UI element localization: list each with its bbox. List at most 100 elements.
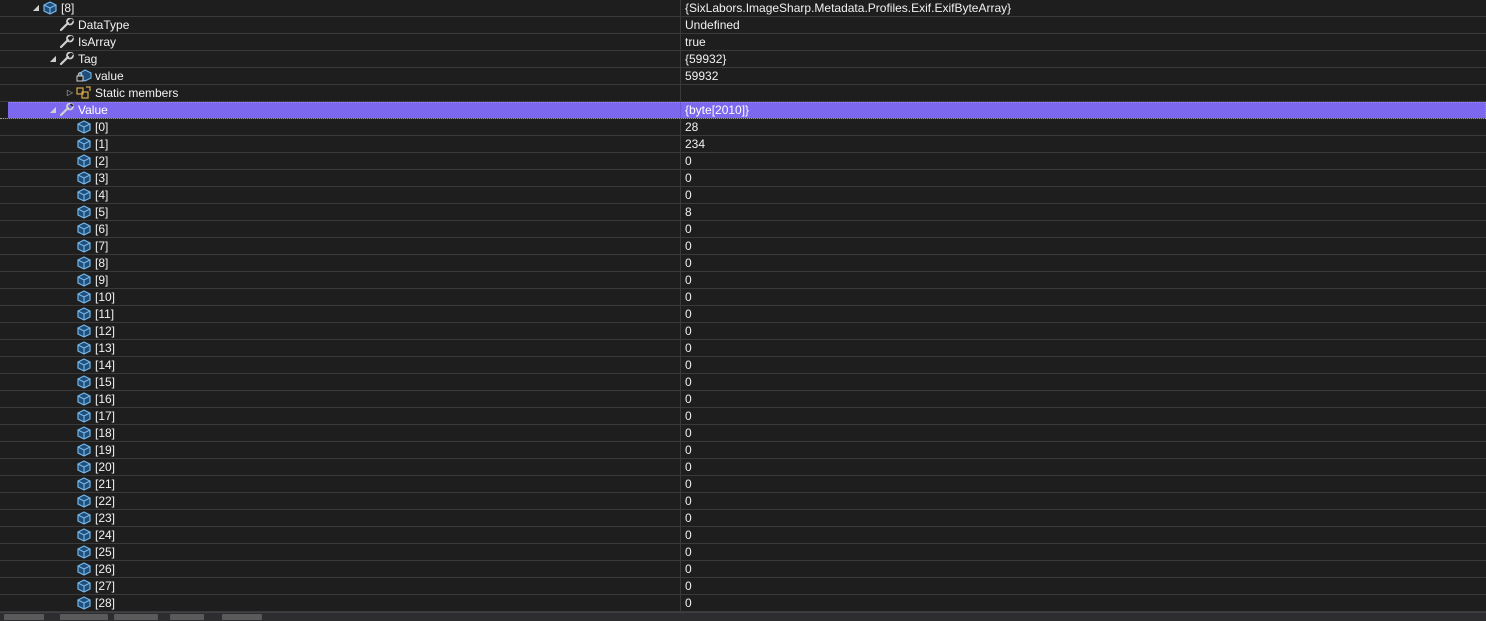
- watch-row[interactable]: [4] 0: [0, 187, 1486, 204]
- column-divider[interactable]: [680, 51, 681, 67]
- column-divider[interactable]: [680, 595, 681, 611]
- collapse-arrow-icon[interactable]: ◢: [30, 0, 42, 16]
- column-divider[interactable]: [680, 476, 681, 492]
- watch-row[interactable]: [9] 0: [0, 272, 1486, 289]
- column-divider[interactable]: [680, 0, 681, 16]
- watch-row[interactable]: [26] 0: [0, 561, 1486, 578]
- variable-value[interactable]: 0: [685, 153, 692, 169]
- column-divider[interactable]: [680, 221, 681, 237]
- bottom-tab[interactable]: [222, 614, 262, 620]
- watch-row[interactable]: [6] 0: [0, 221, 1486, 238]
- watch-row[interactable]: [23] 0: [0, 510, 1486, 527]
- variable-value[interactable]: 28: [685, 119, 698, 135]
- watch-row[interactable]: [11] 0: [0, 306, 1486, 323]
- variable-value[interactable]: 0: [685, 408, 692, 424]
- watch-row[interactable]: [14] 0: [0, 357, 1486, 374]
- watch-row[interactable]: ◢ [8] {SixLabors.ImageSharp.Metadata.Profi…: [0, 0, 1486, 17]
- variable-value[interactable]: 0: [685, 544, 692, 560]
- bottom-tab[interactable]: [114, 614, 158, 620]
- column-divider[interactable]: [680, 289, 681, 305]
- bottom-tab[interactable]: [60, 614, 108, 620]
- watch-row[interactable]: ◢ Tag {59932}: [0, 51, 1486, 68]
- column-divider[interactable]: [680, 17, 681, 33]
- variable-value[interactable]: 0: [685, 170, 692, 186]
- variable-value[interactable]: true: [685, 34, 706, 50]
- column-divider[interactable]: [680, 510, 681, 526]
- watch-row[interactable]: [3] 0: [0, 170, 1486, 187]
- column-divider[interactable]: [680, 459, 681, 475]
- variable-value[interactable]: 0: [685, 289, 692, 305]
- column-divider[interactable]: [680, 170, 681, 186]
- column-divider[interactable]: [680, 442, 681, 458]
- variable-value[interactable]: 0: [685, 527, 692, 543]
- watch-row[interactable]: [16] 0: [0, 391, 1486, 408]
- watch-row[interactable]: [7] 0: [0, 238, 1486, 255]
- variable-value[interactable]: 0: [685, 510, 692, 526]
- column-divider[interactable]: [680, 204, 681, 220]
- variable-value[interactable]: 0: [685, 255, 692, 271]
- variable-value[interactable]: 0: [685, 459, 692, 475]
- variable-value[interactable]: 234: [685, 136, 705, 152]
- variable-value[interactable]: 0: [685, 425, 692, 441]
- variable-value[interactable]: 0: [685, 187, 692, 203]
- variable-value[interactable]: 0: [685, 272, 692, 288]
- watch-row[interactable]: [18] 0: [0, 425, 1486, 442]
- column-divider[interactable]: [680, 493, 681, 509]
- column-divider[interactable]: [680, 425, 681, 441]
- watch-row[interactable]: [5] 8: [0, 204, 1486, 221]
- watch-row[interactable]: [0] 28: [0, 119, 1486, 136]
- variable-value[interactable]: 0: [685, 306, 692, 322]
- variable-value[interactable]: 8: [685, 204, 692, 220]
- column-divider[interactable]: [680, 306, 681, 322]
- column-divider[interactable]: [680, 119, 681, 135]
- variable-value[interactable]: 0: [685, 238, 692, 254]
- column-divider[interactable]: [680, 340, 681, 356]
- variable-value[interactable]: 0: [685, 561, 692, 577]
- variable-value[interactable]: {byte[2010]}: [685, 102, 749, 118]
- column-divider[interactable]: [680, 561, 681, 577]
- collapse-arrow-icon[interactable]: ◢: [47, 102, 59, 118]
- column-divider[interactable]: [680, 68, 681, 84]
- watch-row[interactable]: [21] 0: [0, 476, 1486, 493]
- column-divider[interactable]: [680, 578, 681, 594]
- column-divider[interactable]: [680, 357, 681, 373]
- expand-arrow-icon[interactable]: ▷: [64, 85, 76, 101]
- variable-value[interactable]: 0: [685, 595, 692, 611]
- watch-row[interactable]: [8] 0: [0, 255, 1486, 272]
- watch-row[interactable]: [13] 0: [0, 340, 1486, 357]
- column-divider[interactable]: [680, 272, 681, 288]
- variable-value[interactable]: 0: [685, 391, 692, 407]
- column-divider[interactable]: [680, 238, 681, 254]
- watch-row[interactable]: [12] 0: [0, 323, 1486, 340]
- watch-row[interactable]: DataType Undefined: [0, 17, 1486, 34]
- variable-value[interactable]: {59932}: [685, 51, 726, 67]
- column-divider[interactable]: [680, 153, 681, 169]
- column-divider[interactable]: [680, 544, 681, 560]
- variable-value[interactable]: 0: [685, 323, 692, 339]
- watch-row[interactable]: [24] 0: [0, 527, 1486, 544]
- variable-value[interactable]: Undefined: [685, 17, 740, 33]
- variable-value[interactable]: 59932: [685, 68, 718, 84]
- column-divider[interactable]: [680, 323, 681, 339]
- bottom-tab[interactable]: [170, 614, 204, 620]
- column-divider[interactable]: [680, 391, 681, 407]
- watch-row[interactable]: ▷ Static members: [0, 85, 1486, 102]
- column-divider[interactable]: [680, 136, 681, 152]
- column-divider[interactable]: [680, 374, 681, 390]
- variable-value[interactable]: 0: [685, 578, 692, 594]
- variable-value[interactable]: 0: [685, 442, 692, 458]
- bottom-tab[interactable]: [4, 614, 44, 620]
- watch-row[interactable]: [28] 0: [0, 595, 1486, 612]
- variable-value[interactable]: 0: [685, 357, 692, 373]
- column-divider[interactable]: [680, 34, 681, 50]
- watch-row[interactable]: [25] 0: [0, 544, 1486, 561]
- column-divider[interactable]: [680, 408, 681, 424]
- watch-row[interactable]: [15] 0: [0, 374, 1486, 391]
- watch-row[interactable]: [17] 0: [0, 408, 1486, 425]
- variable-value[interactable]: 0: [685, 476, 692, 492]
- watch-row[interactable]: [10] 0: [0, 289, 1486, 306]
- variable-value[interactable]: 0: [685, 340, 692, 356]
- watch-row[interactable]: [1] 234: [0, 136, 1486, 153]
- variable-value[interactable]: {SixLabors.ImageSharp.Metadata.Profiles.…: [685, 0, 1011, 16]
- variable-value[interactable]: 0: [685, 493, 692, 509]
